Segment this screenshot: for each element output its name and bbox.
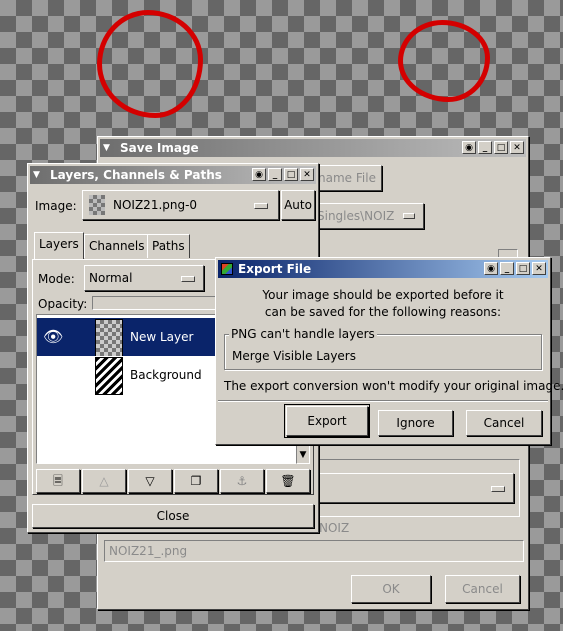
opacity-label: Opacity: (38, 297, 88, 311)
minimize-button[interactable]: _ (268, 168, 282, 181)
close-button[interactable]: ✕ (510, 141, 524, 154)
mode-label: Mode: (38, 272, 75, 286)
anchor-layer-button[interactable]: ⚓ (220, 469, 264, 493)
cancel-button[interactable]: Cancel (445, 575, 520, 603)
export-titlebar[interactable]: Export File ◉ _ □ ✕ (218, 260, 548, 278)
anchor-icon: ⚓ (236, 474, 248, 488)
folder-combo[interactable]: Singles\NOIZ (312, 203, 424, 229)
raise-layer-icon: △ (99, 474, 109, 488)
annotation-circle-right (398, 20, 490, 102)
close-dialog-button[interactable]: Close (32, 504, 314, 528)
layers-titlebar[interactable]: ▼ Layers, Channels & Paths ◉ _ □ ✕ (30, 166, 316, 184)
minimize-button[interactable]: _ (478, 141, 492, 154)
export-group-label: PNG can't handle layers (229, 327, 377, 341)
auto-button[interactable]: Auto (281, 190, 315, 220)
layer-name: Background (130, 368, 202, 382)
eye-icon[interactable]: ◉ (484, 262, 498, 275)
export-file-dialog: Export File ◉ _ □ ✕ Your image should be… (215, 257, 563, 445)
eye-icon[interactable]: ◉ (462, 141, 476, 154)
raise-layer-button[interactable]: △ (82, 469, 126, 493)
layers-title: Layers, Channels & Paths (50, 168, 222, 182)
layer-thumbnail-icon (95, 357, 123, 395)
duplicate-layer-button[interactable]: ❐ (174, 469, 218, 493)
export-note: The export conversion won't modify your … (224, 379, 563, 393)
merge-visible-layers-option[interactable]: Merge Visible Layers (232, 349, 356, 363)
window-menu-icon[interactable]: ▼ (103, 142, 115, 154)
save-image-title: Save Image (120, 141, 199, 155)
maximize-button[interactable]: □ (494, 141, 508, 154)
tab-paths[interactable]: Paths (147, 234, 190, 258)
eye-visibility-icon[interactable]: 👁 (43, 329, 63, 345)
export-message: Your image should be exported before it … (262, 288, 504, 319)
new-layer-icon: 🗏 (53, 474, 63, 488)
tab-channels[interactable]: Channels (84, 234, 150, 258)
duplicate-layer-icon: ❐ (190, 474, 202, 488)
chevron-down-icon (254, 203, 268, 209)
gimp-icon[interactable] (221, 263, 233, 275)
layer-thumbnail-icon (95, 319, 123, 357)
save-image-titlebar[interactable]: ▼ Save Image ◉ _ □ ✕ (100, 139, 526, 157)
new-layer-button[interactable]: 🗏 (36, 469, 80, 493)
scroll-down-arrow-icon[interactable]: ▼ (297, 447, 309, 463)
window-menu-icon[interactable]: ▼ (33, 169, 45, 181)
maximize-button[interactable]: □ (284, 168, 298, 181)
chevron-down-icon (403, 213, 415, 219)
ignore-button[interactable]: Ignore (378, 410, 453, 436)
image-thumbnail-icon (89, 195, 105, 215)
export-button[interactable]: Export (284, 404, 370, 438)
chevron-down-icon (491, 486, 505, 492)
delete-icon: 🗑 (280, 474, 296, 488)
layer-toolbar: 🗏 △ ▽ ❐ ⚓ 🗑 (36, 469, 314, 495)
close-button[interactable]: ✕ (532, 262, 546, 275)
tab-layers[interactable]: Layers (34, 232, 84, 259)
maximize-button[interactable]: □ (516, 262, 530, 275)
ok-button[interactable]: OK (351, 575, 431, 603)
export-title: Export File (238, 262, 312, 276)
folder-label: NOIZ (319, 521, 350, 535)
layer-name: New Layer (130, 330, 194, 344)
lower-layer-icon: ▽ (145, 474, 155, 488)
image-combo[interactable]: NOIZ21.png-0 (82, 190, 279, 220)
browse-name-file-button[interactable]: name File (312, 165, 382, 191)
delete-layer-button[interactable]: 🗑 (266, 469, 310, 493)
export-separator (218, 400, 548, 402)
filename-input[interactable]: NOIZ21_.png (104, 540, 524, 562)
minimize-button[interactable]: _ (500, 262, 514, 275)
image-label: Image: (35, 199, 77, 213)
annotation-circle-left (97, 10, 203, 118)
mode-combo[interactable]: Normal (84, 265, 204, 291)
eye-icon[interactable]: ◉ (252, 168, 266, 181)
lower-layer-button[interactable]: ▽ (128, 469, 172, 493)
close-button[interactable]: ✕ (300, 168, 314, 181)
export-cancel-button[interactable]: Cancel (466, 410, 542, 436)
chevron-down-icon (181, 276, 195, 282)
